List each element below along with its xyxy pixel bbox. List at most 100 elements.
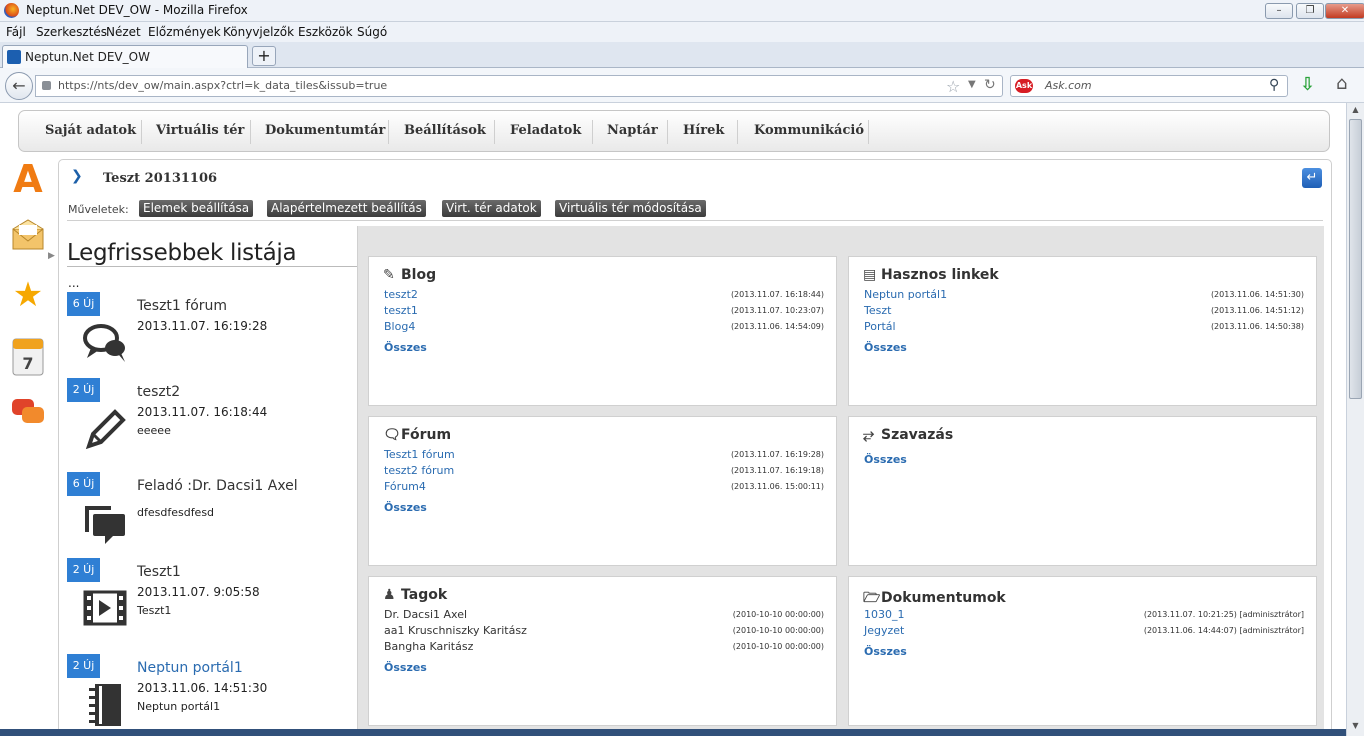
home-icon[interactable]: ⌂ [1336, 73, 1347, 94]
list-item-date: 2013.11.06. 14:51:30 [137, 681, 268, 695]
notebook-icon: ▤ [863, 267, 877, 283]
tile-row: aa1 Kruschniszky Karitász (2010-10-10 00:… [384, 624, 824, 640]
tiles-area: ✎ Blog teszt2 (2013.11.07. 16:18:44) teszt… [358, 226, 1324, 736]
menu-help[interactable]: Súgó [357, 25, 387, 39]
vote-arrows-icon: ⥂ [863, 427, 875, 443]
tab-label: Neptun.Net DEV_OW [25, 50, 150, 64]
tile-link[interactable]: Blog4 [384, 320, 415, 333]
letter-a-icon[interactable]: A [10, 159, 46, 199]
list-item[interactable]: 2 Új Teszt1 2013.11.07. 9:05:58 Teszt1 [67, 558, 357, 648]
return-icon[interactable]: ↵ [1302, 168, 1322, 188]
list-item[interactable]: 6 Új Teszt1 fórum 2013.11.07. 16:19:28 [67, 292, 357, 382]
nav-settings[interactable]: Beállítások [404, 123, 486, 138]
chat-bubbles-icon[interactable] [10, 395, 46, 435]
search-bar[interactable]: Ask Ask.com ⚲ [1010, 75, 1288, 97]
new-count-badge: 6 Új [67, 292, 100, 316]
chevron-right-icon: ❯ [71, 168, 83, 184]
nav-virtual-space[interactable]: Virtuális tér [156, 123, 244, 138]
menu-edit[interactable]: Szerkesztés [36, 25, 107, 39]
tile-date: (2010-10-10 00:00:00) [732, 610, 824, 619]
bookmark-star-icon[interactable]: ☆ [946, 77, 960, 96]
close-button[interactable]: ✕ [1325, 3, 1364, 19]
nav-own-data[interactable]: Saját adatok [45, 123, 136, 138]
menu-file[interactable]: Fájl [6, 25, 26, 39]
envelope-icon[interactable] [10, 217, 46, 257]
list-item[interactable]: 2 Új Neptun portál1 2013.11.06. 14:51:30… [67, 654, 357, 736]
tab-neptun[interactable]: Neptun.Net DEV_OW [2, 45, 248, 68]
list-item-title-link[interactable]: Neptun portál1 [137, 660, 243, 676]
list-item-date: 2013.11.07. 9:05:58 [137, 585, 260, 599]
scroll-up-icon[interactable]: ▲ [1349, 105, 1362, 118]
nav-news[interactable]: Hírek [683, 123, 724, 138]
calendar-icon[interactable]: 7 [10, 335, 46, 376]
tile-title: Hasznos linkek [881, 267, 999, 283]
tile-link[interactable]: Teszt [864, 304, 891, 317]
tile-link[interactable]: Jegyzet [864, 624, 904, 637]
menu-tools[interactable]: Eszközök [298, 25, 353, 39]
expand-arrow-icon[interactable]: ▶ [48, 251, 55, 261]
all-link[interactable]: Összes [384, 341, 427, 354]
more-dots: ... [68, 276, 80, 290]
quick-access-sidebar: A ★ 7 ▶ [0, 153, 56, 736]
tile-link[interactable]: Portál [864, 320, 896, 333]
new-tab-button[interactable]: + [252, 46, 276, 66]
ask-logo-icon[interactable]: Ask [1015, 79, 1033, 93]
tile-link[interactable]: teszt1 [384, 304, 418, 317]
menu-view[interactable]: Nézet [106, 25, 141, 39]
tile-row: Blog4 (2013.11.06. 14:54:09) [384, 320, 824, 336]
reload-icon[interactable]: ↻ [984, 77, 996, 93]
virtual-space-data-button[interactable]: Virt. tér adatok [442, 200, 541, 217]
list-item[interactable]: 6 Új Feladó :Dr. Dacsi1 Axel dfesdfesdfe… [67, 472, 357, 562]
content-panel: ❯ Teszt 20131106 ↵ Műveletek: Elemek beá… [58, 159, 1332, 736]
nav-communication[interactable]: Kommunikáció [754, 123, 864, 138]
tile-link[interactable]: Teszt1 fórum [384, 448, 455, 461]
page-title: Teszt 20131106 [103, 171, 218, 186]
operations-label: Műveletek: [68, 203, 129, 216]
window-title: Neptun.Net DEV_OW - Mozilla Firefox [26, 3, 248, 17]
url-bar[interactable]: https://nts/dev_ow/main.aspx?ctrl=k_data… [35, 75, 1003, 97]
all-link[interactable]: Összes [864, 645, 907, 658]
scroll-down-icon[interactable]: ▼ [1349, 721, 1362, 734]
back-button[interactable]: ← [5, 72, 33, 100]
tile-link[interactable]: Fórum4 [384, 480, 426, 493]
menu-bookmarks[interactable]: Könyvjelzők [223, 25, 294, 39]
download-icon[interactable]: ⇩ [1300, 74, 1315, 95]
nav-calendar[interactable]: Naptár [607, 123, 658, 138]
favorites-star-icon[interactable]: ★ [10, 275, 46, 315]
tile-link[interactable]: Neptun portál1 [864, 288, 947, 301]
list-item-summary: Teszt1 [137, 604, 172, 617]
members-tile: ♟ Tagok Dr. Dacsi1 Axel (2010-10-10 00:00:… [368, 576, 837, 726]
list-item[interactable]: 2 Új teszt2 2013.11.07. 16:18:44 eeeee [67, 378, 357, 468]
all-link[interactable]: Összes [864, 453, 907, 466]
url-dropdown-icon[interactable]: ▼ [968, 79, 976, 90]
message-icon [81, 498, 131, 548]
search-icon[interactable]: ⚲ [1269, 77, 1279, 93]
maximize-button[interactable]: ❐ [1296, 3, 1324, 19]
blog-tile: ✎ Blog teszt2 (2013.11.07. 16:18:44) teszt… [368, 256, 837, 406]
nav-document-store[interactable]: Dokumentumtár [265, 123, 385, 138]
tile-date: (2013.11.07. 16:18:44) [730, 290, 824, 299]
nav-tasks[interactable]: Feladatok [510, 123, 581, 138]
vote-tile: ⥂ Szavazás Összes [848, 416, 1317, 566]
tile-link[interactable]: teszt2 fórum [384, 464, 454, 477]
navigation-bar: ← https://nts/dev_ow/main.aspx?ctrl=k_da… [0, 68, 1364, 103]
tile-row: Portál (2013.11.06. 14:50:38) [864, 320, 1304, 336]
modify-virtual-space-button[interactable]: Virtuális tér módosítása [555, 200, 706, 217]
all-link[interactable]: Összes [864, 341, 907, 354]
page-scrollbar[interactable]: ▲ ▼ [1346, 103, 1364, 736]
menu-history[interactable]: Előzmények [148, 25, 221, 39]
default-settings-button[interactable]: Alapértelmezett beállítás [267, 200, 426, 217]
all-link[interactable]: Összes [384, 501, 427, 514]
all-link[interactable]: Összes [384, 661, 427, 674]
pen-icon: ✎ [383, 267, 395, 283]
scroll-thumb[interactable] [1349, 119, 1362, 399]
tile-row: Jegyzet (2013.11.06. 14:44:07) [adminiszt… [864, 624, 1304, 640]
tile-link[interactable]: teszt2 [384, 288, 418, 301]
tile-date: (2013.11.06. 14:44:07) [adminisztrátor] [1143, 626, 1304, 635]
member-name: Bangha Karitász [384, 640, 474, 653]
tile-link[interactable]: 1030_1 [864, 608, 905, 621]
search-input[interactable]: Ask.com [1045, 79, 1092, 92]
minimize-button[interactable]: – [1265, 3, 1293, 19]
element-settings-button[interactable]: Elemek beállítása [139, 200, 254, 217]
tile-row: 1030_1 (2013.11.07. 10:21:25) [adminisztr… [864, 608, 1304, 624]
